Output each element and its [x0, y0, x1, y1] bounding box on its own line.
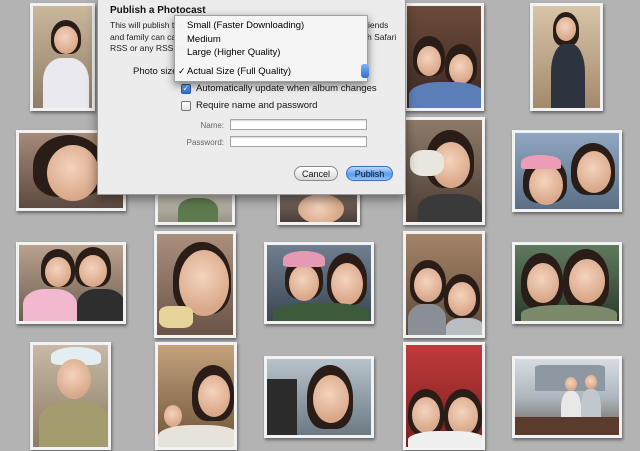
description-tail: iends — [368, 20, 389, 30]
menu-item-medium[interactable]: Medium — [175, 33, 367, 46]
photo-thumbnail[interactable] — [30, 3, 95, 111]
photo-thumbnail[interactable] — [403, 342, 485, 450]
description-tail: h Safari — [367, 31, 397, 42]
photo-thumbnail[interactable] — [512, 242, 622, 324]
name-field[interactable] — [230, 119, 367, 130]
photo-thumbnail[interactable] — [403, 231, 485, 338]
require-password-label: Require name and password — [196, 100, 318, 111]
cancel-button[interactable]: Cancel — [294, 166, 338, 181]
photo-size-label: Photo size — [133, 66, 178, 77]
auto-update-checkbox[interactable]: ✓ — [181, 83, 191, 94]
photo-thumbnail[interactable] — [512, 130, 622, 212]
menu-item-label: Large (Higher Quality) — [187, 47, 281, 58]
password-label: Password: — [186, 138, 224, 147]
photo-thumbnail[interactable] — [404, 3, 484, 111]
auto-update-label: Automatically update when album changes — [196, 83, 377, 94]
photo-thumbnail[interactable] — [264, 242, 374, 324]
photo-thumbnail[interactable] — [264, 356, 374, 438]
popup-arrows-icon — [361, 64, 369, 78]
publish-button[interactable]: Publish — [346, 166, 393, 181]
photo-thumbnail[interactable] — [512, 356, 622, 438]
photo-thumbnail[interactable] — [155, 342, 237, 450]
menu-item-large[interactable]: Large (Higher Quality) — [175, 46, 367, 59]
menu-item-actual-size[interactable]: ✓ Actual Size (Full Quality) — [175, 65, 367, 78]
name-label: Name: — [200, 121, 224, 130]
menu-item-label: Actual Size (Full Quality) — [187, 66, 292, 77]
photo-thumbnail[interactable] — [30, 342, 111, 450]
checkmark-icon: ✓ — [178, 66, 186, 76]
photo-thumbnail[interactable] — [530, 3, 603, 111]
menu-item-small[interactable]: Small (Faster Downloading) — [175, 19, 367, 32]
menu-item-label: Small (Faster Downloading) — [187, 20, 305, 31]
menu-item-label: Medium — [187, 34, 221, 45]
password-field[interactable] — [230, 136, 367, 147]
photo-thumbnail[interactable] — [16, 242, 126, 324]
photo-thumbnail[interactable] — [154, 231, 236, 338]
require-password-row[interactable]: Require name and password — [181, 100, 317, 111]
require-password-checkbox[interactable] — [181, 100, 191, 111]
auto-update-row[interactable]: ✓ Automatically update when album change… — [181, 83, 377, 94]
photo-thumbnail[interactable] — [403, 117, 485, 225]
photo-size-menu[interactable]: Small (Faster Downloading) Medium Large … — [174, 15, 369, 82]
